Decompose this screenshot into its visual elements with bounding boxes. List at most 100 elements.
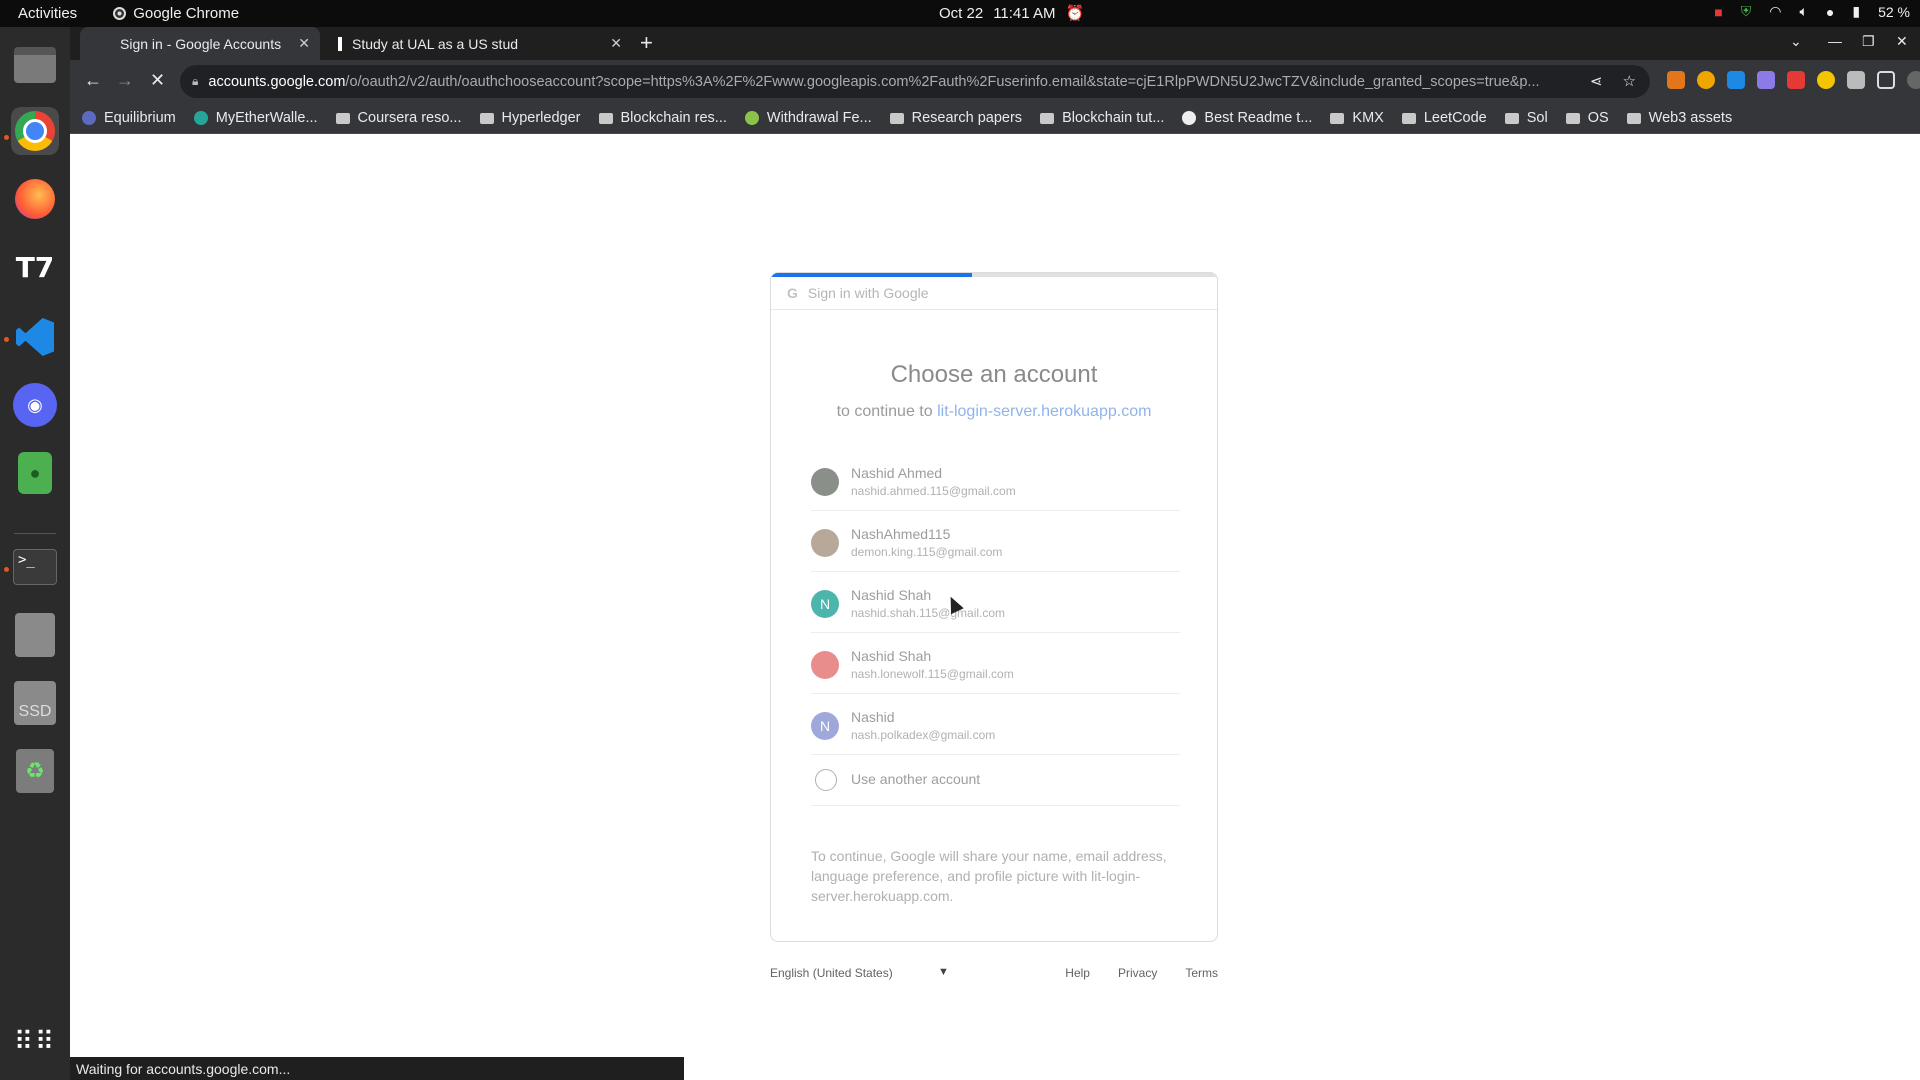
url-path: /o/oauth2/v2/auth/oauthchooseaccount?sco… [345,73,1540,90]
dock: T7 ◉ ● >_ SSD ♻ ⠿⠿ [0,27,70,1080]
chrome-icon [113,7,127,20]
bookmark-folder[interactable]: Research papers [889,110,1022,126]
bookmark-label: Withdrawal Fe... [766,110,872,126]
ssd-label: SSD [14,681,56,725]
account-item[interactable]: N Nashid Shah nashid.shah.115@gmail.com [811,572,1180,633]
system-tray[interactable]: ■ ⛨ ◠ 🔈︎ ● ▮ 52 % [1714,3,1910,20]
account-item[interactable]: N Nashid nash.polkadex@gmail.com [811,694,1180,755]
extension-purple-icon[interactable] [1757,71,1775,89]
avatar: N [811,712,839,740]
microphone-icon: ● [1825,3,1835,20]
extensions-puzzle-icon[interactable] [1847,71,1865,89]
privacy-link[interactable]: Privacy [1118,966,1157,980]
help-link[interactable]: Help [1065,966,1090,980]
tradingview-icon[interactable]: T7 [11,243,59,291]
tab-strip: Sign in - Google Accounts ✕ Study at UAL… [70,27,1920,60]
account-name: Nashid Shah [851,648,932,664]
withdrawal-icon [744,111,759,125]
ssd-drive-icon[interactable]: SSD [11,679,59,727]
share-icon[interactable]: ⋖ [1590,72,1603,90]
bookmark-folder[interactable]: LeetCode [1401,110,1487,126]
account-email: nashid.shah.115@gmail.com [851,606,1006,620]
header-text: Sign in with Google [807,285,929,301]
close-tab-icon[interactable]: ✕ [610,35,622,52]
trash-icon[interactable]: ♻ [11,747,59,795]
show-apps-icon[interactable]: ⠿⠿ [11,1017,59,1065]
extension-red-icon[interactable] [1787,71,1805,89]
clock[interactable]: Oct 22 11:41 AM ⏰ [939,4,1085,23]
clock-time: 11:41 AM [993,4,1056,22]
bookmark-item[interactable]: Best Readme t... [1182,110,1312,126]
bookmark-label: OS [1587,110,1609,126]
running-indicator [4,135,9,140]
forward-icon[interactable]: → [116,70,134,91]
chevron-down-icon[interactable]: ▼ [938,966,949,978]
account-item[interactable]: Nashid Shah nash.lonewolf.115@gmail.com [811,633,1180,694]
avatar: N [811,590,839,618]
extension-yellow-icon[interactable] [1817,71,1835,89]
stop-loading-icon[interactable]: ✕ [150,70,165,91]
system-top-bar: Activities Google Chrome Oct 22 11:41 AM… [0,0,1920,27]
activities-button[interactable]: Activities [18,5,77,22]
bookmark-label: Coursera reso... [357,110,462,126]
github-icon [1182,111,1197,125]
discord-icon[interactable]: ◉ [11,381,59,429]
bookmark-folder[interactable]: Web3 assets [1626,110,1733,126]
text-editor-icon[interactable] [11,611,59,659]
bookmark-label: Hyperledger [501,110,581,126]
bookmark-folder[interactable]: Blockchain res... [598,110,727,126]
bookmark-folder[interactable]: Sol [1504,110,1548,126]
battery-percent: 52 % [1878,3,1910,20]
account-item[interactable]: Nashid Ahmed nashid.ahmed.115@gmail.com [811,450,1180,511]
bookmark-folder[interactable]: Hyperledger [479,110,581,126]
firefox-icon[interactable] [11,175,59,223]
tab-sign-in[interactable]: Sign in - Google Accounts ✕ [80,27,320,60]
minimize-icon[interactable]: — [1828,33,1842,49]
avatar [811,651,839,679]
bookmark-folder[interactable]: KMX [1330,110,1384,126]
side-panel-icon[interactable] [1877,71,1895,89]
terms-link[interactable]: Terms [1185,966,1218,980]
account-email: nashid.ahmed.115@gmail.com [851,484,1016,498]
bookmark-folder[interactable]: Coursera reso... [335,110,462,126]
new-tab-button[interactable]: + [640,30,653,56]
metamask-icon[interactable] [1667,71,1685,89]
bookmark-star-icon[interactable]: ☆ [1623,72,1636,90]
terminal-icon[interactable]: >_ [11,543,59,591]
bookmark-folder[interactable]: OS [1565,110,1609,126]
chrome-icon[interactable] [11,107,59,155]
account-name: Nashid Shah [851,587,932,603]
language-selector[interactable]: English (United States) [770,966,893,980]
alarm-icon: ⏰ [1065,5,1085,22]
bookmark-folder[interactable]: Blockchain tut... [1040,110,1164,126]
bookmark-item[interactable]: Withdrawal Fe... [744,110,872,126]
profile-avatar[interactable] [1907,71,1920,89]
address-bar[interactable]: 🔒︎ accounts.google.com/o/oauth2/v2/auth/… [180,65,1650,98]
vscode-icon[interactable] [11,313,59,361]
use-another-account-button[interactable]: Use another account [811,755,1180,806]
app-menu[interactable]: Google Chrome [113,5,239,22]
url-host: accounts.google.com [208,73,346,90]
app-domain-link[interactable]: lit-login-server.herokuapp.com [937,403,1151,420]
lock-icon[interactable]: 🔒︎ [192,74,198,89]
bookmark-label: KMX [1352,110,1384,126]
vpn-lock-icon[interactable]: ● [11,449,59,497]
close-tab-icon[interactable]: ✕ [298,35,310,52]
extensions-area: ⋮ [1667,71,1920,89]
bookmarks-bar: Equilibrium MyEtherWalle... Coursera res… [70,103,1920,134]
account-item[interactable]: NashAhmed115 demon.king.115@gmail.com [811,511,1180,572]
tab-study-at-ual[interactable]: Study at UAL as a US stud ✕ [322,27,632,60]
page-title: Choose an account [890,361,1098,388]
restore-icon[interactable]: ❐ [1862,33,1875,50]
bookmark-item[interactable]: MyEtherWalle... [193,110,318,126]
google-logo-icon: G [787,285,798,301]
extension-coin-icon[interactable] [1697,71,1715,89]
close-window-icon[interactable]: ✕ [1896,33,1908,50]
bookmark-label: Web3 assets [1648,110,1733,126]
files-icon[interactable] [11,41,59,89]
back-icon[interactable]: ← [84,70,102,91]
bookmark-item[interactable]: Equilibrium [82,110,176,126]
tab-search-icon[interactable]: ⌄ [1790,33,1802,50]
folder-icon [1626,112,1641,124]
extension-s-icon[interactable] [1727,71,1745,89]
